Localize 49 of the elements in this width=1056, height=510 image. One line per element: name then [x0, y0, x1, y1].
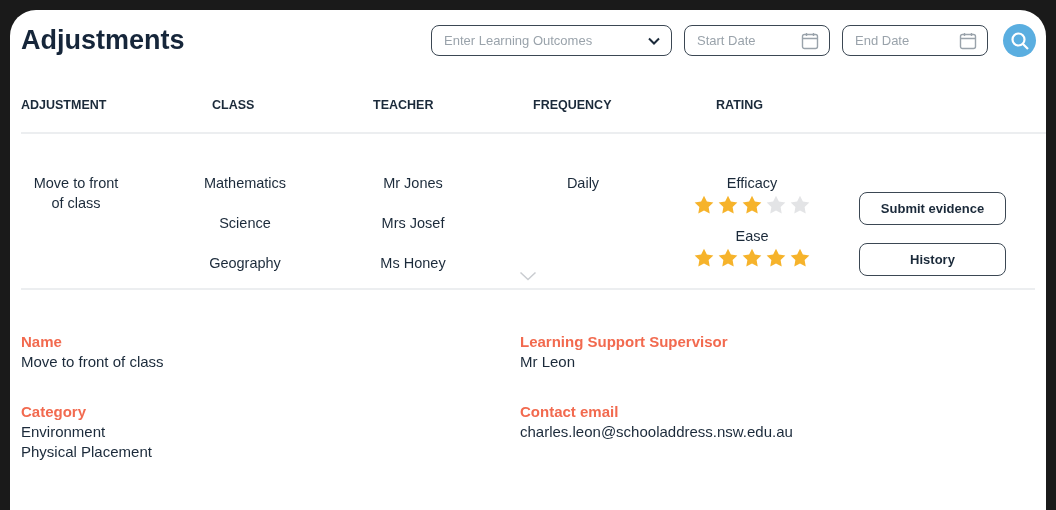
star-icon [741, 194, 763, 216]
field-value: Environment [21, 422, 107, 442]
date-field[interactable]: Start Date [684, 25, 830, 56]
star-icon [765, 194, 787, 216]
action-button[interactable]: History [859, 243, 1006, 276]
outcomes-input[interactable]: Enter Learning Outcomes [444, 33, 604, 48]
field-value: Physical Placement [21, 442, 153, 462]
field-value: charles.leon@schooladdress.nsw.edu.au [520, 422, 794, 442]
page-title: Adjustments [21, 25, 185, 56]
column-header: FREQUENCY [533, 98, 612, 112]
field-value: Move to front of class [21, 352, 165, 372]
star-icon [741, 247, 763, 269]
search-button[interactable] [1003, 24, 1036, 57]
star-icon [693, 247, 715, 269]
table-cell-text: Mrs Josef [381, 214, 445, 233]
table-cell-text: Move to front of class [32, 174, 120, 213]
column-header: RATING [716, 98, 763, 112]
chevron-down-icon [647, 35, 661, 46]
chevron-down-icon[interactable] [519, 271, 537, 281]
table-cell-text: Geography [209, 254, 281, 273]
star-icon [789, 247, 811, 269]
rating-label: Efficacy [726, 174, 778, 193]
star-icon [717, 194, 739, 216]
field-label: Name [21, 332, 63, 352]
table-cell-text: Mr Jones [383, 174, 443, 193]
column-header: ADJUSTMENT [21, 98, 107, 112]
field-value: Mr Leon [520, 352, 577, 372]
table-cell-text: Science [219, 214, 271, 233]
star-icon [765, 247, 787, 269]
table-cell-text: Mathematics [203, 174, 287, 193]
calendar-icon [959, 31, 977, 50]
column-header: TEACHER [373, 98, 434, 112]
table-cell-text: Ms Honey [380, 254, 446, 273]
date-input[interactable]: End Date [855, 33, 955, 48]
table-cell-text: Daily [566, 174, 600, 193]
star-icon [717, 247, 739, 269]
search-icon [1009, 30, 1030, 51]
field-label: Contact email [520, 402, 620, 422]
outcomes-dropdown[interactable]: Enter Learning Outcomes [431, 25, 672, 56]
date-input[interactable]: Start Date [697, 33, 797, 48]
field-label: Category [21, 402, 88, 422]
rating-label: Ease [735, 227, 769, 246]
star-icon [789, 194, 811, 216]
field-label: Learning Support Supervisor [520, 332, 729, 352]
date-field[interactable]: End Date [842, 25, 988, 56]
action-button[interactable]: Submit evidence [859, 192, 1006, 225]
column-header: CLASS [212, 98, 255, 112]
calendar-icon [801, 31, 819, 50]
star-icon [693, 194, 715, 216]
